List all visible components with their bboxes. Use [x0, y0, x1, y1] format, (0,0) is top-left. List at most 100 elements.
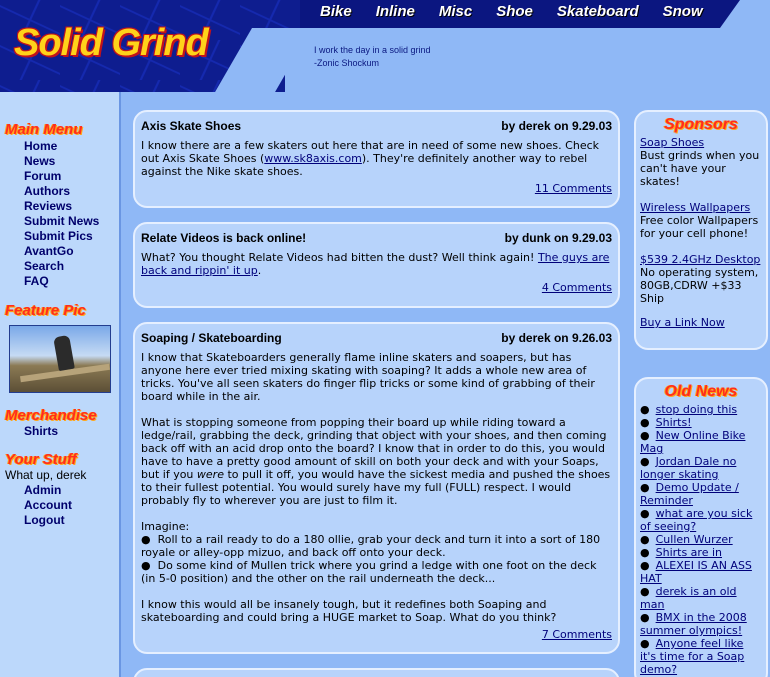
sponsor-link[interactable]: Soap Shoes	[640, 136, 704, 149]
menu-shirts[interactable]: Shirts	[0, 424, 121, 439]
list-item: ● ALEXEI IS AN ASS HAT	[640, 559, 752, 585]
your-stuff-title: Your Stuff	[5, 451, 77, 468]
news-bullet-text: Do some kind of Mullen trick where you g…	[141, 559, 597, 585]
main-menu-title: Main Menu	[5, 121, 83, 138]
sponsor-link[interactable]: Wireless Wallpapers	[640, 201, 750, 214]
sponsor-item: Wireless Wallpapers Free color Wallpaper…	[640, 201, 762, 240]
list-item: ● what are you sick of seeing?	[640, 507, 753, 533]
news-byline: by dunk on 9.29.03	[504, 231, 612, 245]
nav-inline[interactable]: Inline	[376, 3, 415, 20]
news-bullet: ● Do some kind of Mullen trick where you…	[141, 559, 597, 585]
buy-link[interactable]: Buy a Link Now	[640, 316, 725, 329]
menu-reviews[interactable]: Reviews	[0, 199, 121, 214]
old-news-list: ● stop doing this ● Shirts! ● New Online Bi…	[640, 403, 762, 676]
old-news-link[interactable]: Cullen Wurzer	[656, 533, 733, 546]
news-item: Axis Skate Shoes by derek on 9.29.03 I k…	[133, 110, 620, 208]
merchandise-title: Merchandise	[5, 407, 97, 424]
user-greeting: What up, derek	[5, 468, 87, 482]
sponsors-title: Sponsors	[664, 116, 738, 133]
news-body: What? You thought Relate Videos had bitt…	[141, 251, 612, 277]
news-title: Soaping / Skateboarding	[141, 331, 282, 345]
list-item: ● Jordan Dale no longer skating	[640, 455, 737, 481]
header-quote: I work the day in a solid grind -Zonic S…	[314, 44, 431, 70]
sponsor-text: Free color Wallpapers for your cell phon…	[640, 214, 759, 240]
news-paragraph: I know this would all be insanely tough,…	[141, 598, 557, 624]
nav-shoe[interactable]: Shoe	[496, 3, 533, 20]
list-item: ● derek is an old man	[640, 585, 737, 611]
menu-authors[interactable]: Authors	[0, 184, 121, 199]
news-body: I know that Skateboarders generally flam…	[141, 351, 612, 624]
old-news-link[interactable]: Shirts!	[656, 416, 692, 429]
feature-pic-skater	[53, 334, 75, 372]
sponsor-link[interactable]: $539 2.4GHz Desktop	[640, 253, 760, 266]
comments-link[interactable]: 4 Comments	[141, 281, 612, 294]
old-news-link[interactable]: stop doing this	[656, 403, 738, 416]
list-item: ● New Online Bike Mag	[640, 429, 746, 455]
menu-admin[interactable]: Admin	[0, 483, 121, 498]
menu-search[interactable]: Search	[0, 259, 121, 274]
news-title: Relate Videos is back online!	[141, 231, 307, 245]
news-header: Soaping / Skateboarding by derek on 9.26…	[141, 331, 612, 345]
news-body: I know there are a few skaters out here …	[141, 139, 612, 178]
list-item: ● Shirts!	[640, 416, 692, 429]
menu-news[interactable]: News	[0, 154, 121, 169]
news-emphasis: were	[196, 468, 224, 481]
old-news-link[interactable]: New Online Bike Mag	[640, 429, 745, 455]
old-news-link[interactable]: Jordan Dale no longer skating	[640, 455, 736, 481]
old-news-title: Old News	[664, 383, 738, 400]
old-news-link[interactable]: Anyone feel like it's time for a Soap de…	[640, 637, 744, 676]
news-item: Soaping / Skateboarding by derek on 9.26…	[133, 322, 620, 654]
sponsor-item: Soap Shoes Bust grinds when you can't ha…	[640, 136, 762, 188]
sponsor-text: Bust grinds when you can't have your ska…	[640, 149, 760, 188]
old-news-link[interactable]: what are you sick of seeing?	[640, 507, 752, 533]
buy-link-row: Buy a Link Now	[640, 316, 762, 329]
menu-faq[interactable]: FAQ	[0, 274, 121, 289]
news-text: .	[257, 264, 262, 277]
list-item: ● BMX in the 2008 summer olympics!	[640, 611, 747, 637]
news-bullet: ● Roll to a rail ready to do a 180 ollie…	[141, 533, 601, 559]
comments-link[interactable]: 7 Comments	[141, 628, 612, 641]
menu-avantgo[interactable]: AvantGo	[0, 244, 121, 259]
feature-pic-image[interactable]	[9, 325, 111, 393]
news-byline: by derek on 9.29.03	[501, 119, 612, 133]
news-link[interactable]: www.sk8axis.com	[264, 152, 362, 165]
news-header: Axis Skate Shoes by derek on 9.29.03	[141, 119, 612, 133]
news-header: Relate Videos is back online! by dunk on…	[141, 231, 612, 245]
left-sidebar: Main Menu Home News Forum Authors Review…	[0, 92, 121, 677]
quote-text: I work the day in a solid grind	[314, 45, 431, 55]
site-logo[interactable]: Solid Grind	[14, 22, 209, 65]
list-item: ● stop doing this	[640, 403, 738, 416]
quote-author: -Zonic Shockum	[314, 58, 380, 68]
menu-account[interactable]: Account	[0, 498, 121, 513]
nav-bike[interactable]: Bike	[320, 3, 352, 20]
sidebar-divider	[119, 92, 121, 677]
menu-submit-pics[interactable]: Submit Pics	[0, 229, 121, 244]
menu-logout[interactable]: Logout	[0, 513, 121, 528]
nav-misc[interactable]: Misc	[439, 3, 472, 20]
list-item: ● Demo Update / Reminder	[640, 481, 739, 507]
news-bullet-text: Roll to a rail ready to do a 180 ollie, …	[141, 533, 601, 559]
old-news-link[interactable]: BMX in the 2008 summer olympics!	[640, 611, 747, 637]
old-news-box: Old News ● stop doing this ● Shirts! ● New …	[634, 377, 768, 677]
old-news-link[interactable]: Demo Update / Reminder	[640, 481, 739, 507]
news-item	[133, 668, 620, 677]
list-item: ● Anyone feel like it's time for a Soap d…	[640, 637, 745, 676]
old-news-link[interactable]: ALEXEI IS AN ASS HAT	[640, 559, 752, 585]
sponsor-text: No operating system, 80GB,CDRW +$33 Ship	[640, 266, 759, 305]
nav-skateboard[interactable]: Skateboard	[557, 3, 639, 20]
old-news-link[interactable]: Shirts are in	[656, 546, 722, 559]
sponsors-box: Sponsors Soap Shoes Bust grinds when you…	[634, 110, 768, 350]
main-menu: Home News Forum Authors Reviews Submit N…	[0, 139, 121, 289]
menu-forum[interactable]: Forum	[0, 169, 121, 184]
news-paragraph: What is stopping someone from popping th…	[141, 416, 612, 507]
nav-snow[interactable]: Snow	[663, 3, 703, 20]
list-item: ● Cullen Wurzer	[640, 533, 733, 546]
list-item: ● Shirts are in	[640, 546, 722, 559]
news-paragraph: I know that Skateboarders generally flam…	[141, 351, 595, 403]
menu-submit-news[interactable]: Submit News	[0, 214, 121, 229]
news-byline: by derek on 9.26.03	[501, 331, 612, 345]
comments-link[interactable]: 11 Comments	[141, 182, 612, 195]
old-news-link[interactable]: derek is an old man	[640, 585, 737, 611]
feature-pic-title: Feature Pic	[5, 302, 86, 319]
menu-home[interactable]: Home	[0, 139, 121, 154]
